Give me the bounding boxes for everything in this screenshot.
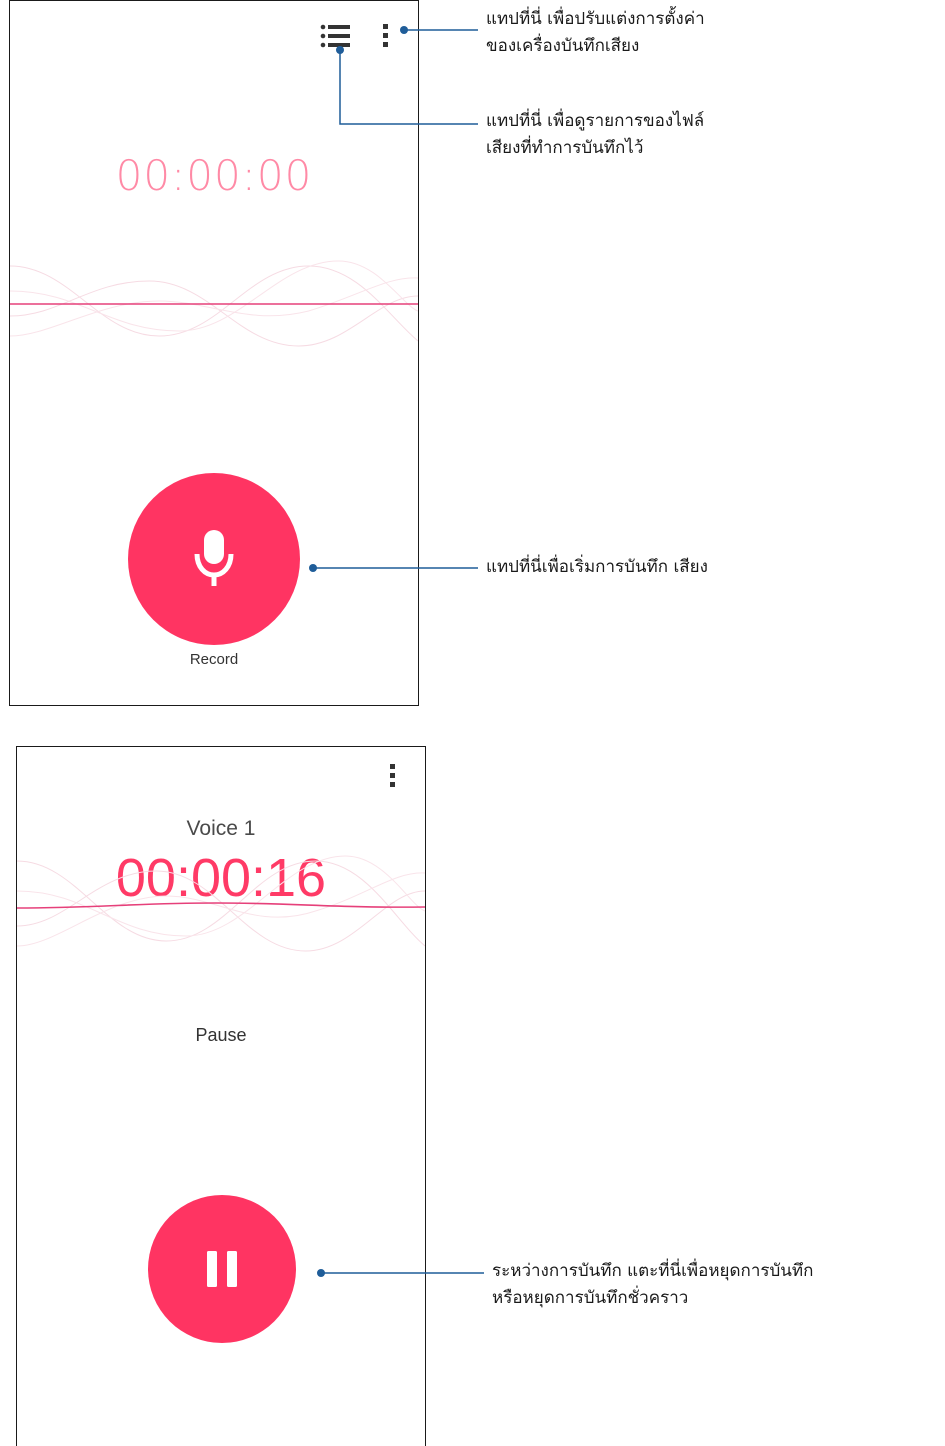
annotation-line: แทปที่นี่ เพื่อดูรายการของไฟล์ [486,111,705,131]
recorder-idle-screen: 00:00:00 Record [9,0,419,706]
audio-waveform [17,855,425,952]
annotation-line: หรือหยุดการบันทึกชั่วคราว [492,1288,689,1308]
annotation-line: แทปที่นี่เพื่อเริ่มการบันทึก เสียง [486,557,708,577]
pause-button[interactable] [148,1195,296,1343]
annotation-line: ระหว่างการบันทึก แตะที่นี่เพื่อหยุดการบั… [492,1261,814,1281]
annotation-start-recording: แทปที่นี่เพื่อเริ่มการบันทึก เสียง [486,554,708,581]
more-options-icon[interactable] [380,21,392,51]
annotation-line: เสียงที่ทำการบันทึกไว้ [486,138,644,158]
recording-name: Voice 1 [186,817,256,840]
more-options-icon[interactable] [387,761,399,791]
recorder-recording-screen: Voice 1 00:00:16 Pause [16,746,426,1446]
record-label: Record [189,651,239,668]
pause-icon [207,1251,237,1287]
annotation-recordings-list: แทปที่นี่ เพื่อดูรายการของไฟล์ เสียงที่ท… [486,108,704,162]
annotation-pause-recording: ระหว่างการบันทึก แตะที่นี่เพื่อหยุดการบั… [492,1258,813,1312]
annotation-line: แทปที่นี่ เพื่อปรับแต่งการตั้งค่า [486,9,705,29]
recordings-list-icon[interactable] [320,23,352,49]
pause-label: Pause [195,1025,247,1045]
audio-waveform [10,260,418,347]
annotation-settings: แทปที่นี่ เพื่อปรับแต่งการตั้งค่า ของเคร… [486,6,705,60]
annotation-line: ของเครื่องบันทึกเสียง [486,36,640,56]
microphone-icon [194,530,234,586]
elapsed-time: 00:00:00 [115,151,313,200]
record-button[interactable] [128,473,300,645]
